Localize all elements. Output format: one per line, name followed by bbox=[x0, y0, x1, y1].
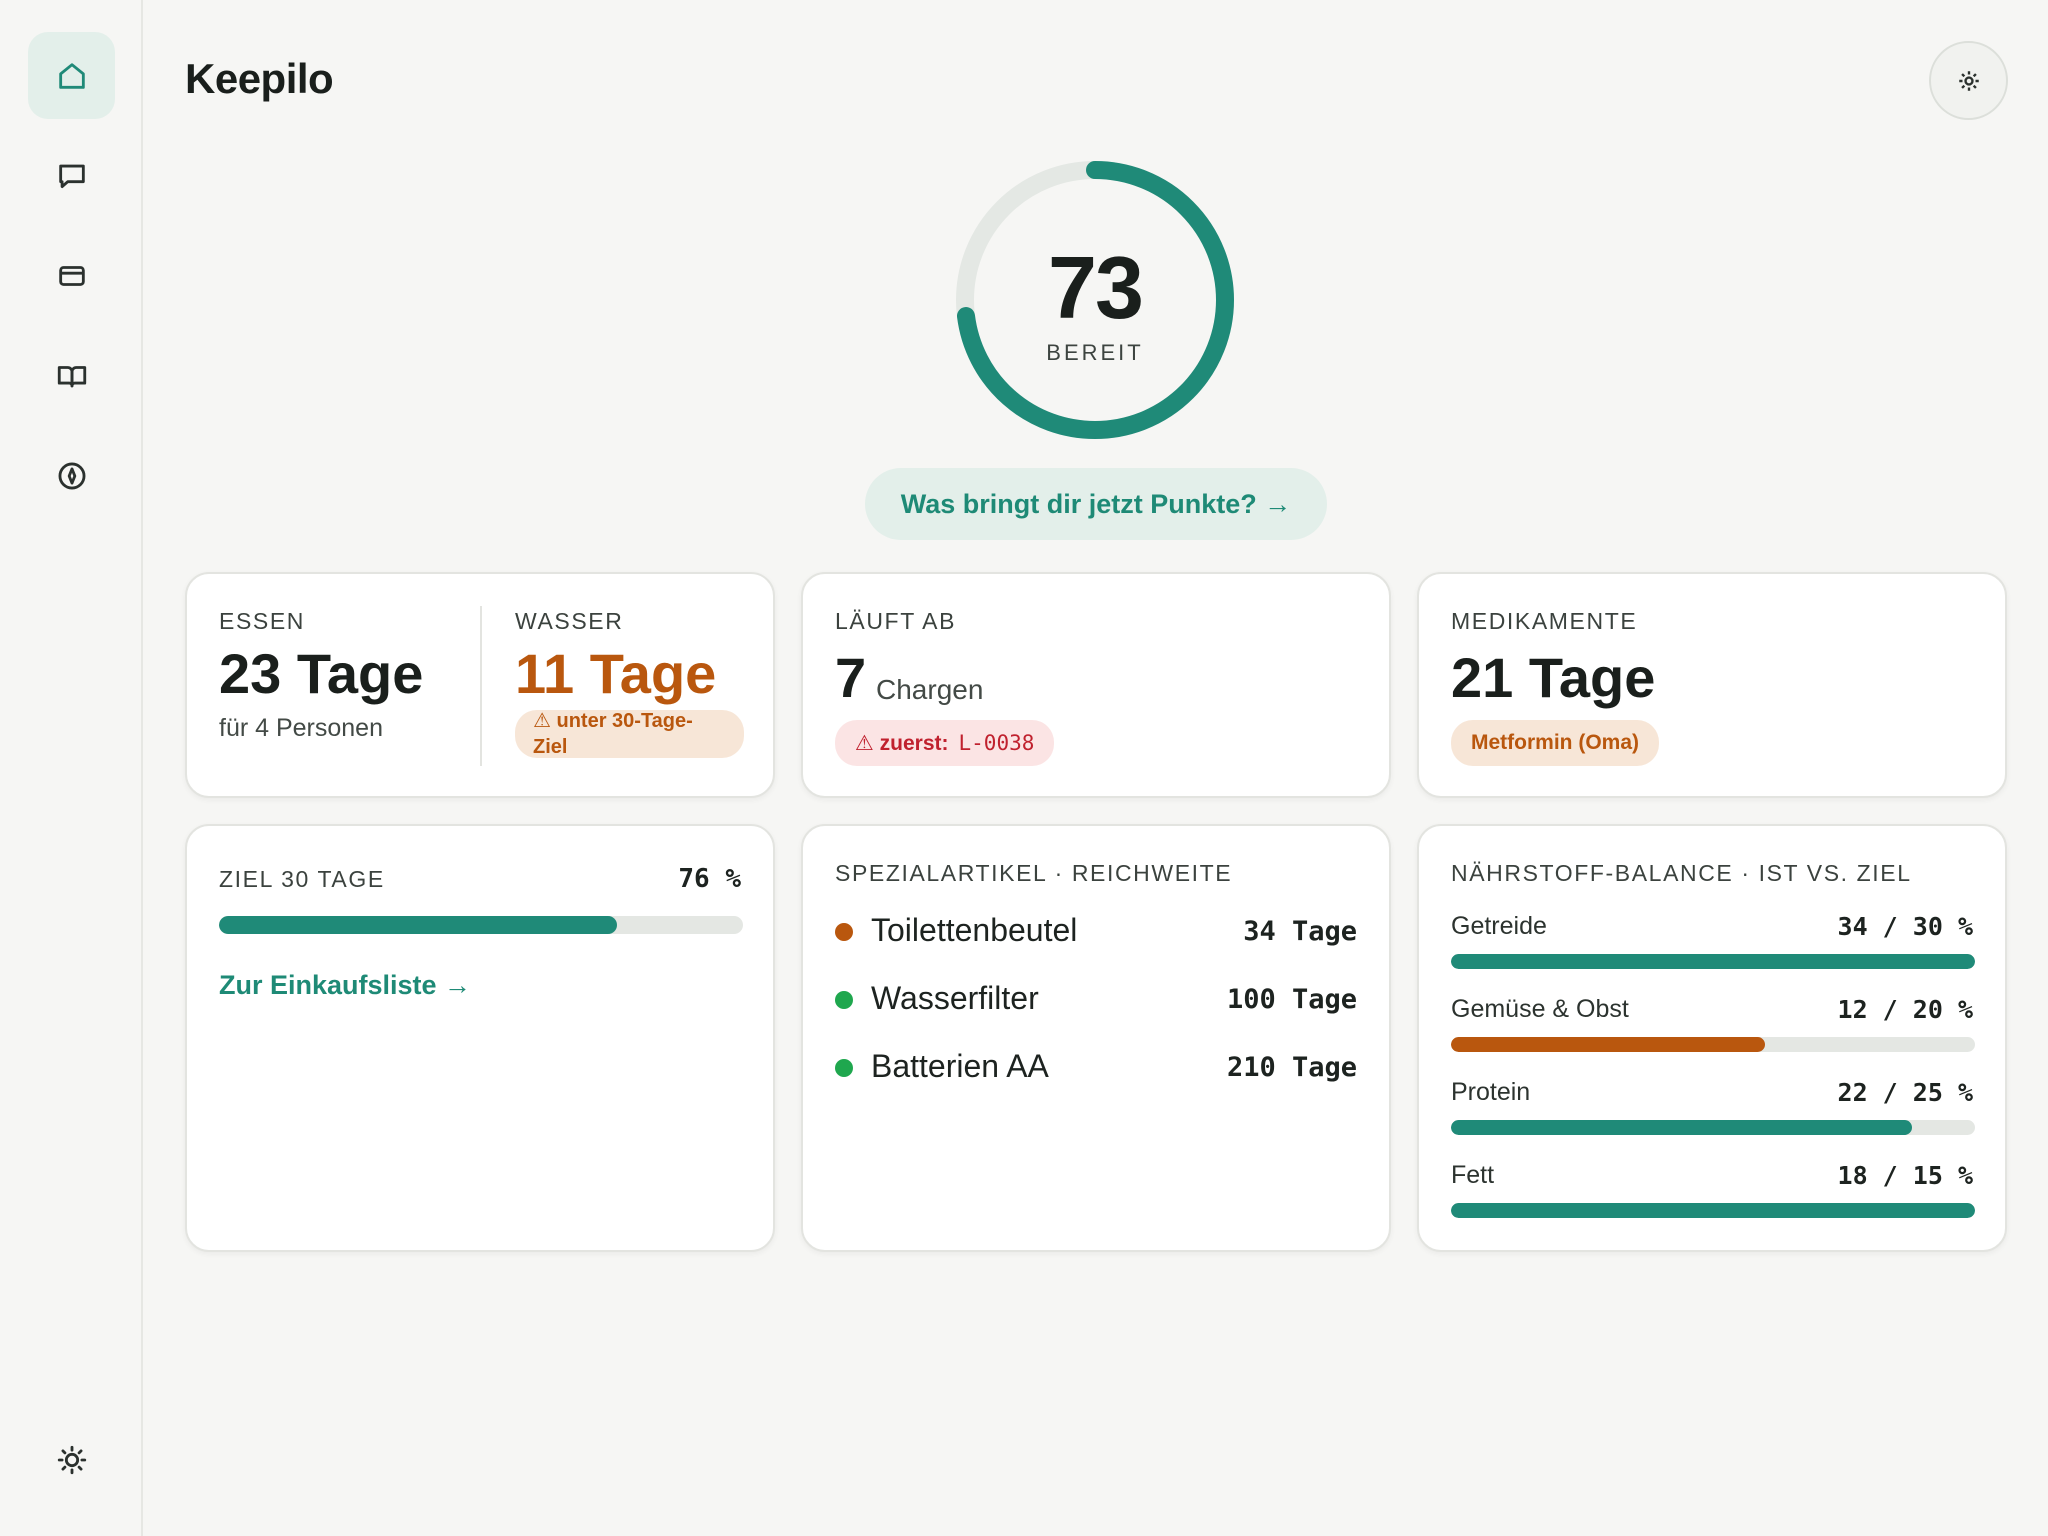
goal-label: ZIEL 30 TAGE bbox=[219, 866, 385, 892]
special-item-value: 210 Tage bbox=[1226, 1052, 1357, 1083]
expiring-warning-badge: ⚠ zuerst: L-0038 bbox=[835, 720, 1055, 766]
nutrient-balance-card: NÄHRSTOFF-BALANCE · IST VS. ZIEL Getreid… bbox=[1417, 824, 2007, 1252]
nutrient-value: 18 / 15 % bbox=[1837, 1161, 1973, 1190]
food-sub: für 4 Personen bbox=[219, 714, 383, 742]
special-item-name: Toilettenbeutel bbox=[871, 912, 1078, 948]
sidebar-item-guide[interactable] bbox=[28, 332, 115, 419]
shopping-list-link[interactable]: Zur Einkaufsliste → bbox=[219, 970, 471, 1001]
score-value: 73 bbox=[1048, 238, 1144, 337]
medication-card[interactable]: MEDIKAMENTE 21 Tage Metformin (Oma) bbox=[1417, 572, 2007, 798]
status-dot bbox=[835, 1059, 853, 1077]
theme-toggle-button[interactable] bbox=[28, 1416, 115, 1503]
nutrient-bar-fill bbox=[1451, 1037, 1766, 1052]
status-dot bbox=[835, 923, 853, 941]
goal-card: ZIEL 30 TAGE 76 % Zur Einkaufsliste → bbox=[185, 824, 775, 1252]
food-value: 23 Tage bbox=[219, 642, 424, 705]
sidebar-item-home[interactable] bbox=[28, 32, 115, 119]
food-water-card: ESSEN 23 Tage für 4 Personen WASSER 11 T… bbox=[185, 572, 775, 798]
special-items-label: SPEZIALARTIKEL · REICHWEITE bbox=[835, 860, 1233, 886]
goal-progress-bar bbox=[219, 916, 743, 934]
sidebar-item-explore[interactable] bbox=[28, 432, 115, 519]
nutrient-bar bbox=[1451, 1120, 1975, 1135]
nutrient-name: Getreide bbox=[1451, 912, 1547, 940]
nutrient-bar-fill bbox=[1451, 954, 1975, 969]
expiring-unit: Chargen bbox=[876, 674, 984, 705]
status-dot bbox=[835, 991, 853, 1009]
sidebar-item-cards[interactable] bbox=[28, 232, 115, 319]
water-label: WASSER bbox=[515, 608, 624, 634]
special-item-name: Batterien AA bbox=[871, 1048, 1049, 1084]
score-label: BEREIT bbox=[1046, 340, 1144, 365]
expiring-label: LÄUFT AB bbox=[835, 608, 957, 634]
nutrient-balance-label: NÄHRSTOFF-BALANCE · IST VS. ZIEL bbox=[1451, 860, 1912, 886]
nutrient-bar bbox=[1451, 1037, 1975, 1052]
sidebar bbox=[0, 0, 143, 1536]
nutrient-bar-fill bbox=[1451, 1120, 1913, 1135]
card-icon bbox=[58, 265, 85, 286]
nutrient-name: Protein bbox=[1451, 1078, 1531, 1106]
special-item-value: 100 Tage bbox=[1226, 984, 1357, 1015]
expiring-count: 7 bbox=[835, 646, 867, 709]
expiring-card[interactable]: LÄUFT AB 7 Chargen ⚠ zuerst: L-0038 bbox=[801, 572, 1391, 798]
medication-value: 21 Tage bbox=[1451, 646, 1656, 709]
special-item-name: Wasserfilter bbox=[871, 980, 1039, 1016]
nutrient-value: 22 / 25 % bbox=[1837, 1078, 1973, 1107]
nutrient-bar bbox=[1451, 954, 1975, 969]
nutrient-bar-fill bbox=[1451, 1203, 1975, 1218]
nutrient-value: 34 / 30 % bbox=[1837, 912, 1973, 941]
points-button[interactable]: Was bringt dir jetzt Punkte? → bbox=[865, 468, 1327, 540]
sidebar-item-chat[interactable] bbox=[28, 132, 115, 219]
water-warning-badge: ⚠ unter 30-Tage-Ziel bbox=[515, 710, 744, 758]
home-icon bbox=[58, 62, 85, 89]
card-divider bbox=[480, 606, 482, 766]
gear-icon bbox=[1958, 70, 1979, 91]
nutrient-value: 12 / 20 % bbox=[1837, 995, 1973, 1024]
app-title: Keepilo bbox=[185, 55, 334, 102]
special-item-value: 34 Tage bbox=[1243, 916, 1357, 947]
book-icon bbox=[57, 365, 86, 387]
medication-note-badge: Metformin (Oma) bbox=[1451, 720, 1659, 766]
food-label: ESSEN bbox=[219, 608, 305, 634]
expiring-warning-prefix: ⚠ zuerst: bbox=[855, 731, 949, 755]
chat-icon bbox=[58, 164, 85, 188]
settings-button[interactable] bbox=[1929, 41, 2008, 120]
readiness-score: 73 BEREIT bbox=[955, 160, 1235, 440]
special-items-card: SPEZIALARTIKEL · REICHWEITE Toilettenbeu… bbox=[801, 824, 1391, 1252]
expiring-warning-code: L-0038 bbox=[958, 731, 1035, 755]
goal-percent: 76 % bbox=[678, 864, 741, 894]
nutrient-bar bbox=[1451, 1203, 1975, 1218]
nutrient-name: Gemüse & Obst bbox=[1451, 995, 1629, 1023]
compass-icon bbox=[58, 462, 85, 489]
medication-label: MEDIKAMENTE bbox=[1451, 608, 1638, 634]
sun-icon bbox=[57, 1445, 86, 1474]
nutrient-name: Fett bbox=[1451, 1161, 1495, 1189]
goal-progress-fill bbox=[219, 916, 618, 934]
water-value: 11 Tage bbox=[515, 642, 717, 705]
